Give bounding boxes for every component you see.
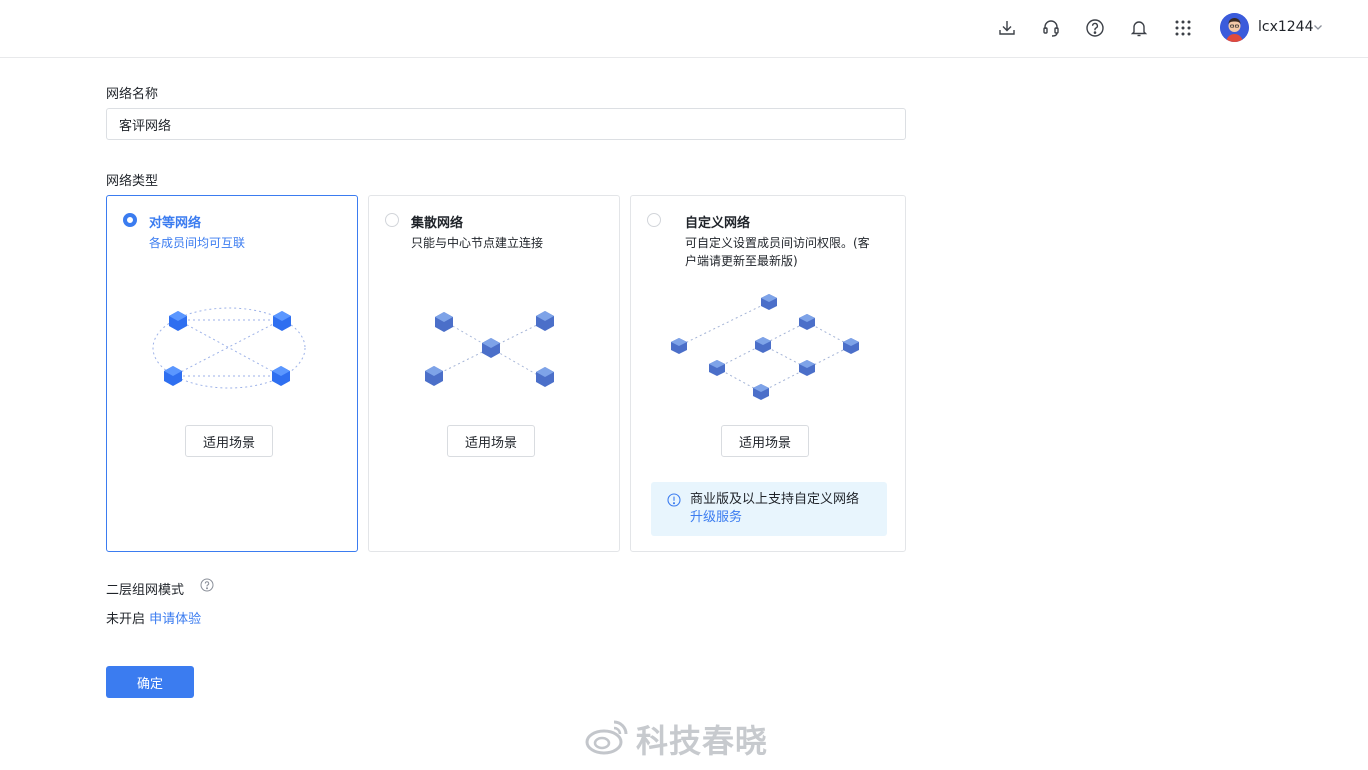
network-type-card-peer[interactable]: 对等网络 各成员间均可互联 适用场景 — [106, 195, 358, 552]
card-title: 对等网络 — [149, 216, 202, 231]
node-cube-icon — [536, 367, 554, 387]
bell-icon[interactable] — [1128, 17, 1150, 39]
radio-hub[interactable] — [385, 213, 399, 227]
upgrade-link[interactable]: 升级服务 — [690, 510, 742, 525]
username[interactable]: lcx1244 — [1258, 19, 1314, 35]
network-type-card-custom[interactable]: 自定义网络 可自定义设置成员间访问权限。(客户端请更新至最新版) 适用场景 商业… — [630, 195, 906, 552]
top-bar: lcx1244 — [0, 0, 1368, 58]
node-cube-icon — [435, 312, 453, 332]
node-cube-icon — [164, 366, 182, 386]
node-cube-icon — [272, 366, 290, 386]
chevron-down-icon[interactable] — [1312, 21, 1324, 33]
notice-message: 商业版及以上支持自定义网络 — [690, 492, 860, 507]
apps-grid-icon[interactable] — [1172, 17, 1194, 39]
layer2-status: 未开启 申请体验 — [106, 608, 201, 627]
node-cube-icon — [709, 360, 725, 376]
scene-button-peer[interactable]: 适用场景 — [185, 425, 273, 457]
node-cube-icon — [799, 360, 815, 376]
watermark-text: 科技春晓 — [636, 722, 769, 760]
node-cube-icon — [753, 384, 769, 400]
scene-button-custom[interactable]: 适用场景 — [721, 425, 809, 457]
upgrade-notice: 商业版及以上支持自定义网络 升级服务 — [651, 482, 887, 536]
network-name-input[interactable] — [106, 108, 906, 140]
question-icon[interactable] — [200, 578, 214, 592]
node-cube-icon — [169, 311, 187, 331]
network-name-label: 网络名称 — [106, 87, 159, 102]
node-cube-icon — [671, 338, 687, 354]
layer2-status-text: 未开启 — [106, 612, 146, 627]
avatar[interactable] — [1220, 13, 1249, 42]
peer-network-illustration — [152, 307, 306, 389]
card-desc: 只能与中心节点建立连接 — [411, 236, 544, 250]
download-icon[interactable] — [996, 17, 1018, 39]
weibo-watermark: 科技春晓 — [584, 712, 784, 760]
node-cube-icon — [755, 337, 771, 353]
headset-icon[interactable] — [1040, 17, 1062, 39]
card-title: 集散网络 — [411, 216, 464, 231]
notice-text: 商业版及以上支持自定义网络 升级服务 — [690, 491, 875, 527]
node-cube-icon — [425, 366, 443, 386]
custom-network-illustration — [671, 294, 859, 400]
network-type-label: 网络类型 — [106, 174, 159, 189]
node-cube-icon — [843, 338, 859, 354]
card-desc: 可自定义设置成员间访问权限。(客户端请更新至最新版) — [685, 236, 870, 268]
layer2-mode-label: 二层组网模式 — [106, 583, 185, 598]
info-icon — [667, 493, 681, 507]
apply-trial-link[interactable]: 申请体验 — [149, 612, 201, 627]
help-icon[interactable] — [1084, 17, 1106, 39]
network-type-card-hub[interactable]: 集散网络 只能与中心节点建立连接 适用场景 — [368, 195, 620, 552]
node-cube-icon — [799, 314, 815, 330]
radio-peer[interactable] — [123, 213, 137, 227]
node-cube-icon — [761, 294, 777, 310]
node-cube-icon — [482, 338, 500, 358]
card-title: 自定义网络 — [685, 216, 751, 231]
weibo-logo-icon — [585, 720, 628, 755]
card-desc: 各成员间均可互联 — [149, 236, 246, 250]
scene-button-hub[interactable]: 适用场景 — [447, 425, 535, 457]
node-cube-icon — [273, 311, 291, 331]
confirm-button[interactable]: 确定 — [106, 666, 194, 698]
node-cube-icon — [536, 311, 554, 331]
hub-network-illustration — [425, 311, 554, 387]
radio-custom[interactable] — [647, 213, 661, 227]
